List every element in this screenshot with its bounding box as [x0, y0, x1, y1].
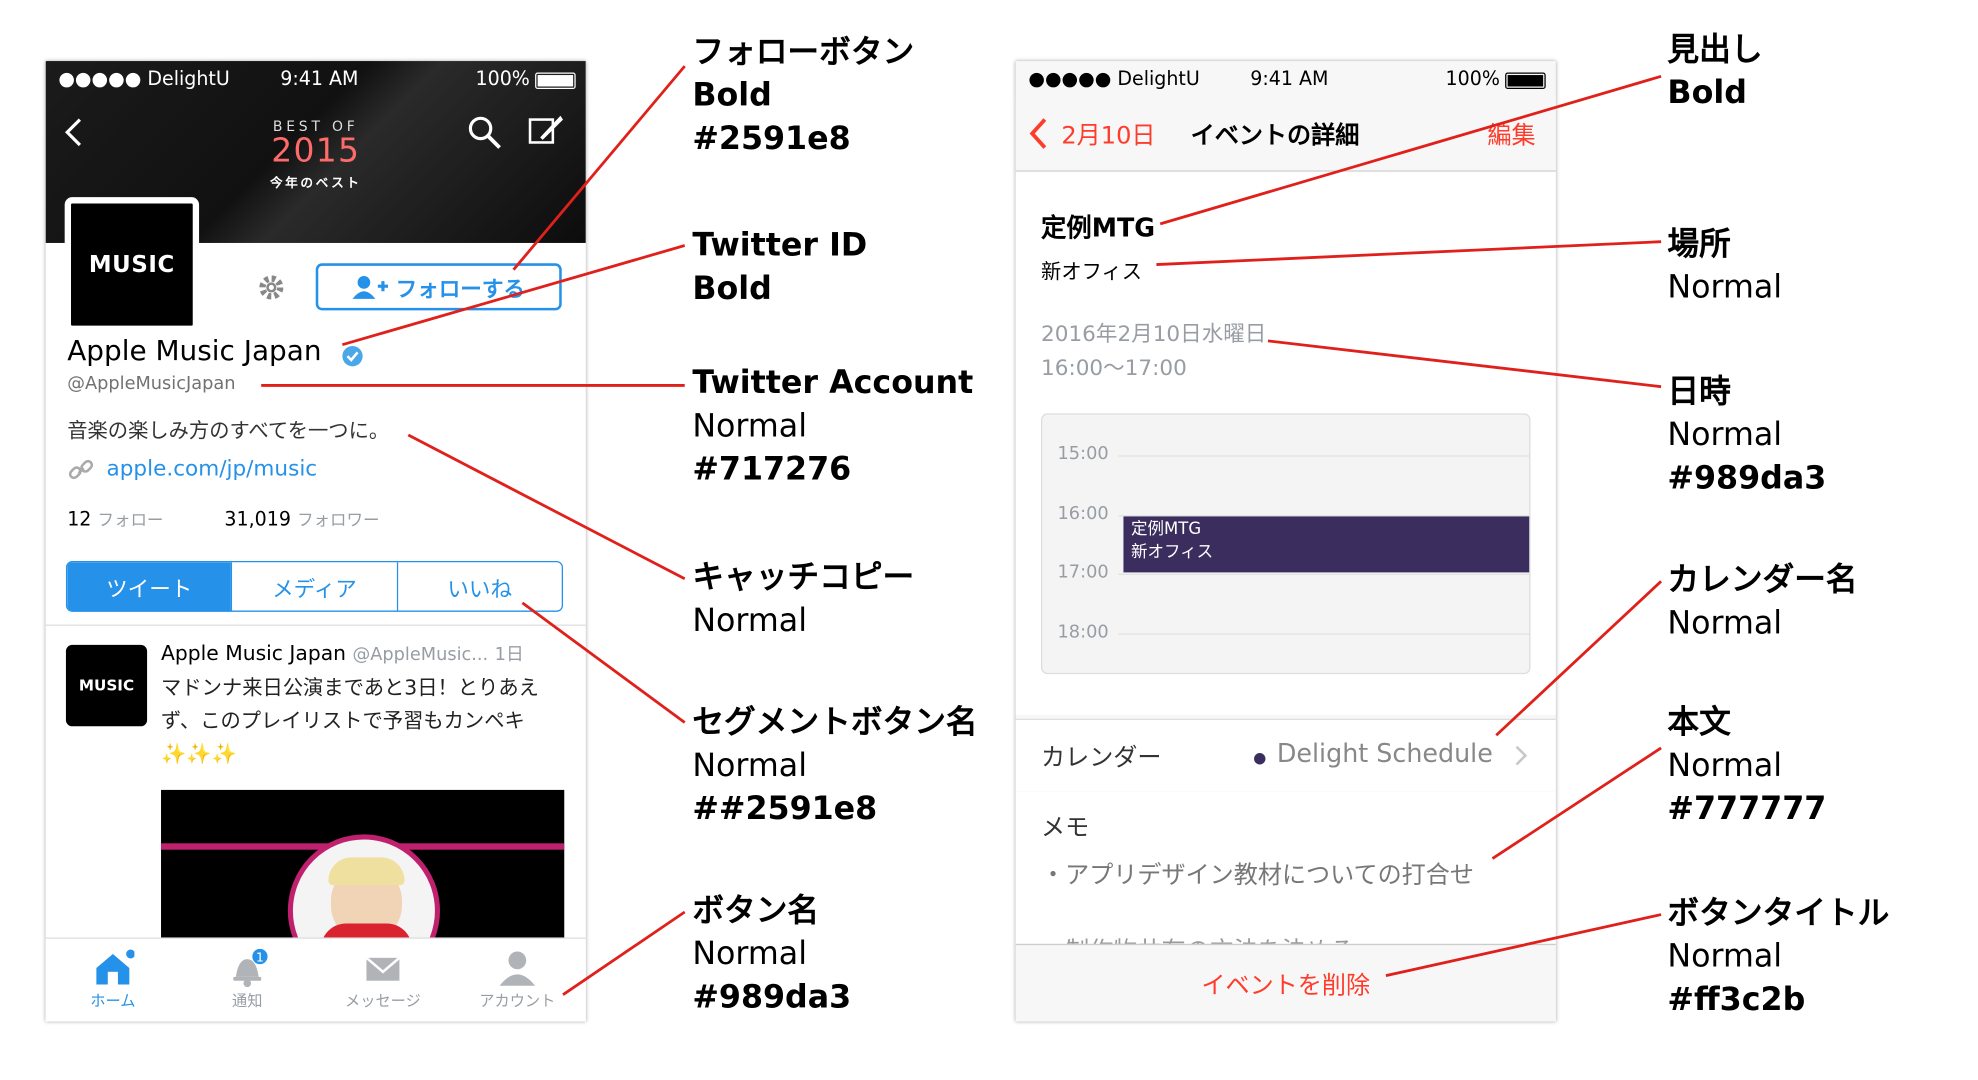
annotation-button-name: ボタン名 Normal #989da3: [692, 891, 852, 1016]
annotation-twitter-account: Twitter Account Normal #717276: [692, 363, 974, 488]
callout-line: [1491, 746, 1662, 860]
callout-line: [562, 910, 686, 996]
annotation-calendar-name: カレンダー名 Normal: [1667, 560, 1858, 642]
annotation-datetime: 日時 Normal #989da3: [1667, 372, 1827, 497]
annotation-follow-button: フォローボタン Bold #2591e8: [692, 33, 915, 157]
annotation-button-title: ボタンタイトル Normal #ff3c2b: [1667, 894, 1890, 1018]
callout-line: [341, 244, 686, 347]
annotation-location: 場所 Normal: [1667, 225, 1783, 306]
callout-line: [1385, 913, 1662, 977]
callout-line: [1156, 240, 1662, 266]
annotation-twitter-id: Twitter ID Bold: [692, 226, 868, 307]
callout-line: [521, 601, 686, 724]
callout-line: [1267, 339, 1662, 389]
callout-line: [1495, 580, 1663, 737]
annotated-screens: ●●●●● DelightU 9:41 AM 100% BEST OF 2015…: [0, 0, 1978, 1080]
annotation-segment-button: セグメントボタン名 Normal ##2591e8: [692, 703, 978, 827]
annotation-heading: 見出し Bold: [1667, 30, 1763, 111]
callout-line: [1159, 74, 1662, 226]
annotation-body-text: 本文 Normal #777777: [1667, 703, 1827, 827]
callout-line: [407, 433, 686, 581]
callout-line: [512, 65, 686, 271]
annotation-catch-copy: キャッチコピー Normal: [692, 558, 915, 639]
